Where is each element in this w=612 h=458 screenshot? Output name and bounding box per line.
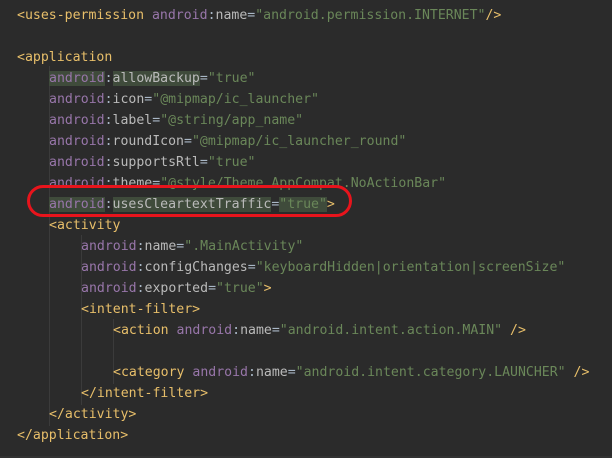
- code-token: "@mipmap/ic_launcher_round": [191, 134, 407, 149]
- code-token: allowBackup: [112, 71, 200, 86]
- code-token: supportsRtl: [112, 155, 200, 170]
- code-token: "true": [207, 71, 256, 86]
- code-token: android: [81, 260, 137, 275]
- code-token: "keyboardHidden|orientation|screenSize": [255, 260, 566, 275]
- code-token: android: [192, 365, 248, 380]
- code-line: <application: [17, 47, 112, 68]
- code-token: "android.intent.action.MAIN": [279, 323, 503, 338]
- code-token: name: [215, 8, 248, 23]
- code-token: "@string/app_name": [160, 113, 304, 128]
- code-token: :: [104, 197, 113, 212]
- code-token: :: [136, 281, 145, 296]
- code-line: android:configChanges="keyboardHidden|or…: [81, 257, 565, 278]
- code-token: =: [199, 71, 208, 86]
- code-token: >: [326, 197, 335, 212]
- code-token: </intent-filter>: [81, 386, 209, 401]
- code-token: >: [263, 281, 272, 296]
- code-token: :: [136, 260, 145, 275]
- code-token: <uses-permission: [17, 8, 152, 23]
- code-token: :: [104, 71, 113, 86]
- code-token: =: [287, 365, 296, 380]
- code-token: name: [240, 323, 272, 338]
- code-line: android:icon="@mipmap/ic_launcher": [49, 89, 319, 110]
- code-token: android: [49, 176, 105, 191]
- code-line: </intent-filter>: [81, 383, 208, 404]
- code-token: name: [255, 365, 288, 380]
- code-token: =: [208, 281, 217, 296]
- code-token: <activity: [49, 218, 121, 233]
- code-token: :: [104, 134, 113, 149]
- code-token: ".MainActivity": [184, 239, 304, 254]
- code-token: "true": [207, 155, 256, 170]
- code-token: :: [207, 8, 216, 23]
- code-token: :: [232, 323, 241, 338]
- code-token: name: [144, 239, 177, 254]
- code-line: android:supportsRtl="true": [49, 152, 255, 173]
- code-line: android:allowBackup="true": [49, 68, 255, 89]
- code-token: android: [49, 71, 105, 86]
- code-line: <category android:name="android.intent.c…: [113, 362, 589, 383]
- code-line: <activity: [49, 215, 120, 236]
- code-token: "true": [216, 281, 264, 296]
- code-token: theme: [112, 176, 153, 191]
- code-token: roundIcon: [112, 134, 184, 149]
- code-token: android: [49, 113, 105, 128]
- code-token: "@style/Theme.AppCompat.NoActionBar": [160, 176, 447, 191]
- code-line: android:theme="@style/Theme.AppCompat.No…: [49, 173, 446, 194]
- code-token: </application>: [17, 428, 129, 443]
- code-token: android: [176, 323, 233, 338]
- code-token: :: [136, 239, 145, 254]
- code-line: android:exported="true">: [81, 278, 272, 299]
- code-token: :: [104, 155, 113, 170]
- code-token: exported: [144, 281, 209, 296]
- code-token: <intent-filter>: [81, 302, 201, 317]
- code-line: </application>: [17, 425, 128, 446]
- code-token: <category: [113, 365, 193, 380]
- code-token: <action: [113, 323, 177, 338]
- code-token: =: [247, 260, 256, 275]
- code-token: "@mipmap/ic_launcher": [152, 92, 319, 107]
- code-token: icon: [112, 92, 145, 107]
- code-token: android: [151, 8, 208, 23]
- code-token: android: [81, 239, 137, 254]
- code-token: />: [565, 365, 590, 380]
- code-token: android: [49, 92, 105, 107]
- code-token: =: [152, 113, 161, 128]
- code-token: :: [104, 92, 113, 107]
- code-line: <intent-filter>: [81, 299, 200, 320]
- code-token: =: [199, 155, 208, 170]
- code-token: :: [104, 176, 113, 191]
- code-token: android: [49, 134, 105, 149]
- code-token: />: [502, 323, 526, 338]
- code-line: android:name=".MainActivity": [81, 236, 303, 257]
- code-token: =: [152, 176, 161, 191]
- code-token: label: [112, 113, 153, 128]
- code-token: :: [104, 113, 113, 128]
- code-token: <application: [17, 50, 113, 65]
- code-line: android:label="@string/app_name": [49, 110, 303, 131]
- code-token: />: [485, 8, 502, 23]
- code-token: </activity>: [49, 407, 137, 422]
- code-token: android: [49, 155, 105, 170]
- code-token: "android.permission.INTERNET": [255, 8, 486, 23]
- code-token: android: [49, 197, 105, 212]
- code-token: configChanges: [144, 260, 248, 275]
- code-token: =: [184, 134, 192, 149]
- code-line: android:roundIcon="@mipmap/ic_launcher_r…: [49, 131, 406, 152]
- code-line: <action android:name="android.intent.act…: [113, 320, 526, 341]
- code-token: android: [81, 281, 137, 296]
- code-token: "android.intent.category.LAUNCHER": [295, 365, 566, 380]
- code-line: <uses-permission android:name="android.p…: [17, 5, 501, 26]
- code-token: =: [271, 323, 280, 338]
- code-line: android:usesCleartextTraffic="true">: [49, 194, 335, 215]
- code-token: "true": [279, 197, 327, 212]
- code-token: :: [247, 365, 256, 380]
- code-line: </activity>: [49, 404, 136, 425]
- code-token: usesCleartextTraffic: [112, 197, 272, 212]
- code-editor[interactable]: <uses-permission android:name="android.p…: [0, 0, 612, 458]
